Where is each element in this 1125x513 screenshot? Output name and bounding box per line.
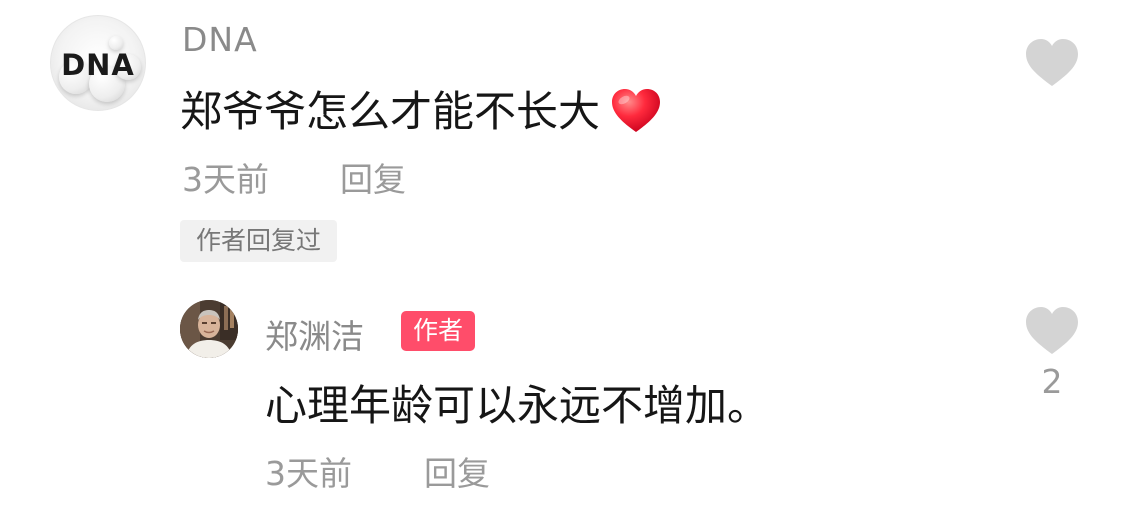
comment-text: 郑爷爷怎么才能不长大: [180, 78, 662, 139]
reply-button[interactable]: 回复: [424, 447, 490, 495]
reply-button[interactable]: 回复: [340, 153, 406, 201]
like-count: 2: [1041, 362, 1063, 401]
comment-thread: DNA DNA 郑爷爷怎么才能不长大 3天前 回复 作者回复过 郑渊洁 作者 心…: [0, 0, 1125, 513]
author-avatar[interactable]: [180, 300, 238, 358]
reply-text: 心理年龄可以永远不增加。: [265, 381, 770, 430]
comment-username[interactable]: DNA: [182, 20, 258, 59]
avatar-logo-text: DNA: [61, 48, 135, 82]
reply-username[interactable]: 郑渊洁: [265, 310, 364, 358]
heart-icon[interactable]: [1024, 306, 1080, 356]
heart-icon[interactable]: [1024, 38, 1080, 88]
author-replied-tag: 作者回复过: [180, 220, 338, 262]
author-avatar-image: [180, 300, 238, 358]
reply-timestamp: 3天前: [265, 454, 352, 493]
avatar[interactable]: DNA: [50, 15, 146, 111]
red-heart-emoji-icon: [612, 88, 661, 132]
comment-text-content: 郑爷爷怎么才能不长大: [180, 87, 601, 136]
author-badge: 作者: [401, 311, 476, 351]
comment-timestamp: 3天前: [182, 160, 269, 199]
